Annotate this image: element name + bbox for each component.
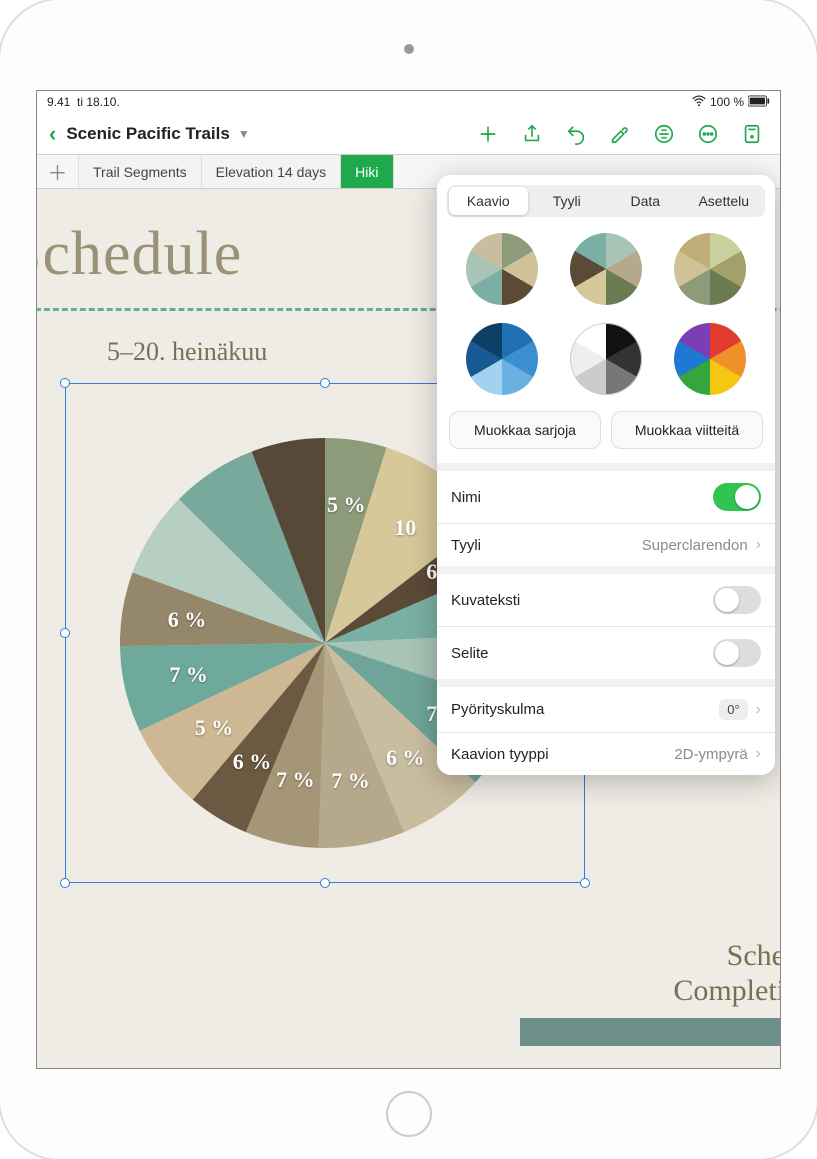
add-sheet-button[interactable]: ＋ (37, 155, 79, 188)
more-button[interactable] (688, 114, 728, 154)
footer-bar (520, 1018, 780, 1046)
slice-label: 7 % (169, 662, 208, 688)
edit-series-button[interactable]: Muokkaa sarjoja (449, 411, 601, 449)
battery-icon (748, 95, 770, 110)
slice-label: 6 % (386, 745, 425, 771)
style-swatch-3[interactable] (466, 323, 538, 395)
style-swatch-4[interactable] (570, 323, 642, 395)
style-swatch-1[interactable] (570, 233, 642, 305)
popover-tab-asettelu[interactable]: Asettelu (685, 187, 764, 215)
setting-caption-label: Kuvateksti (451, 592, 520, 609)
sheet-tab-trail-segments[interactable]: Trail Segments (79, 155, 202, 188)
setting-type-label: Kaavion tyyppi (451, 746, 549, 763)
slice-label: 5 % (327, 492, 366, 518)
setting-type-value: 2D-ympyrä (674, 746, 747, 763)
sel-handle-l[interactable] (60, 628, 70, 638)
rotation-value: 0° (719, 699, 747, 720)
chevron-right-icon: › (756, 745, 761, 763)
sheet-tab-elevation[interactable]: Elevation 14 days (202, 155, 342, 188)
slice-label: 6 % (233, 749, 272, 775)
popover-tab-tyyli[interactable]: Tyyli (528, 187, 607, 215)
slice-label: 5 % (195, 715, 234, 741)
slice-label: 10 (394, 515, 416, 541)
back-button[interactable]: ‹ (45, 121, 60, 147)
sel-handle-b[interactable] (320, 878, 330, 888)
slice-label: 6 % (168, 607, 207, 633)
popover-tab-data[interactable]: Data (606, 187, 685, 215)
setting-style-value: Superclarendon (642, 537, 748, 554)
slice-label: 7 % (276, 767, 315, 793)
sel-handle-bl[interactable] (60, 878, 70, 888)
home-button[interactable] (386, 1091, 432, 1137)
edit-references-button[interactable]: Muokkaa viitteitä (611, 411, 763, 449)
sheet-tab-hiki[interactable]: Hiki (341, 155, 393, 188)
footer-text: Sched Completin (673, 939, 780, 1008)
title-toggle[interactable] (713, 483, 761, 511)
style-grid (437, 231, 775, 411)
sel-handle-tl[interactable] (60, 378, 70, 388)
ipad-camera (404, 44, 414, 54)
setting-style-label: Tyyli (451, 537, 481, 554)
format-button[interactable] (600, 114, 640, 154)
undo-button[interactable] (556, 114, 596, 154)
setting-legend-label: Selite (451, 645, 489, 662)
status-bar: 9.41 ti 18.10. 100 % (37, 91, 780, 113)
legend-toggle[interactable] (713, 639, 761, 667)
style-swatch-5[interactable] (674, 323, 746, 395)
status-time: 9.41 (47, 95, 70, 109)
style-swatch-2[interactable] (674, 233, 746, 305)
setting-rotation-label: Pyörityskulma (451, 701, 544, 718)
insert-button[interactable] (468, 114, 508, 154)
chevron-right-icon: › (756, 536, 761, 554)
document-title[interactable]: Scenic Pacific Trails (66, 124, 229, 144)
popover-tab-kaavio[interactable]: Kaavio (449, 187, 528, 215)
setting-rotation[interactable]: Pyörityskulma 0° › (437, 679, 775, 732)
slice-label: 7 % (331, 768, 370, 794)
setting-title-label: Nimi (451, 489, 481, 506)
app-toolbar: ‹ Scenic Pacific Trails ▼ (37, 113, 780, 155)
caption-toggle[interactable] (713, 586, 761, 614)
title-chevron-icon[interactable]: ▼ (238, 127, 250, 141)
sel-handle-br[interactable] (580, 878, 590, 888)
setting-chart-type[interactable]: Kaavion tyyppi 2D-ympyrä › (437, 732, 775, 775)
collab-button[interactable] (644, 114, 684, 154)
setting-legend[interactable]: Selite (437, 626, 775, 679)
setting-style[interactable]: Tyyli Superclarendon › (437, 523, 775, 566)
popover-segmented-control: Kaavio Tyyli Data Asettelu (447, 185, 765, 217)
style-swatch-0[interactable] (466, 233, 538, 305)
setting-title[interactable]: Nimi (437, 463, 775, 523)
battery-percent: 100 % (710, 95, 744, 109)
share-button[interactable] (512, 114, 552, 154)
chevron-right-icon: › (756, 701, 761, 719)
sel-handle-t[interactable] (320, 378, 330, 388)
setting-caption[interactable]: Kuvateksti (437, 566, 775, 626)
status-date: ti 18.10. (77, 95, 120, 109)
wifi-icon (692, 95, 706, 110)
format-popover: Kaavio Tyyli Data Asettelu Muokkaa sarjo… (437, 175, 775, 775)
doc-settings-button[interactable] (732, 114, 772, 154)
